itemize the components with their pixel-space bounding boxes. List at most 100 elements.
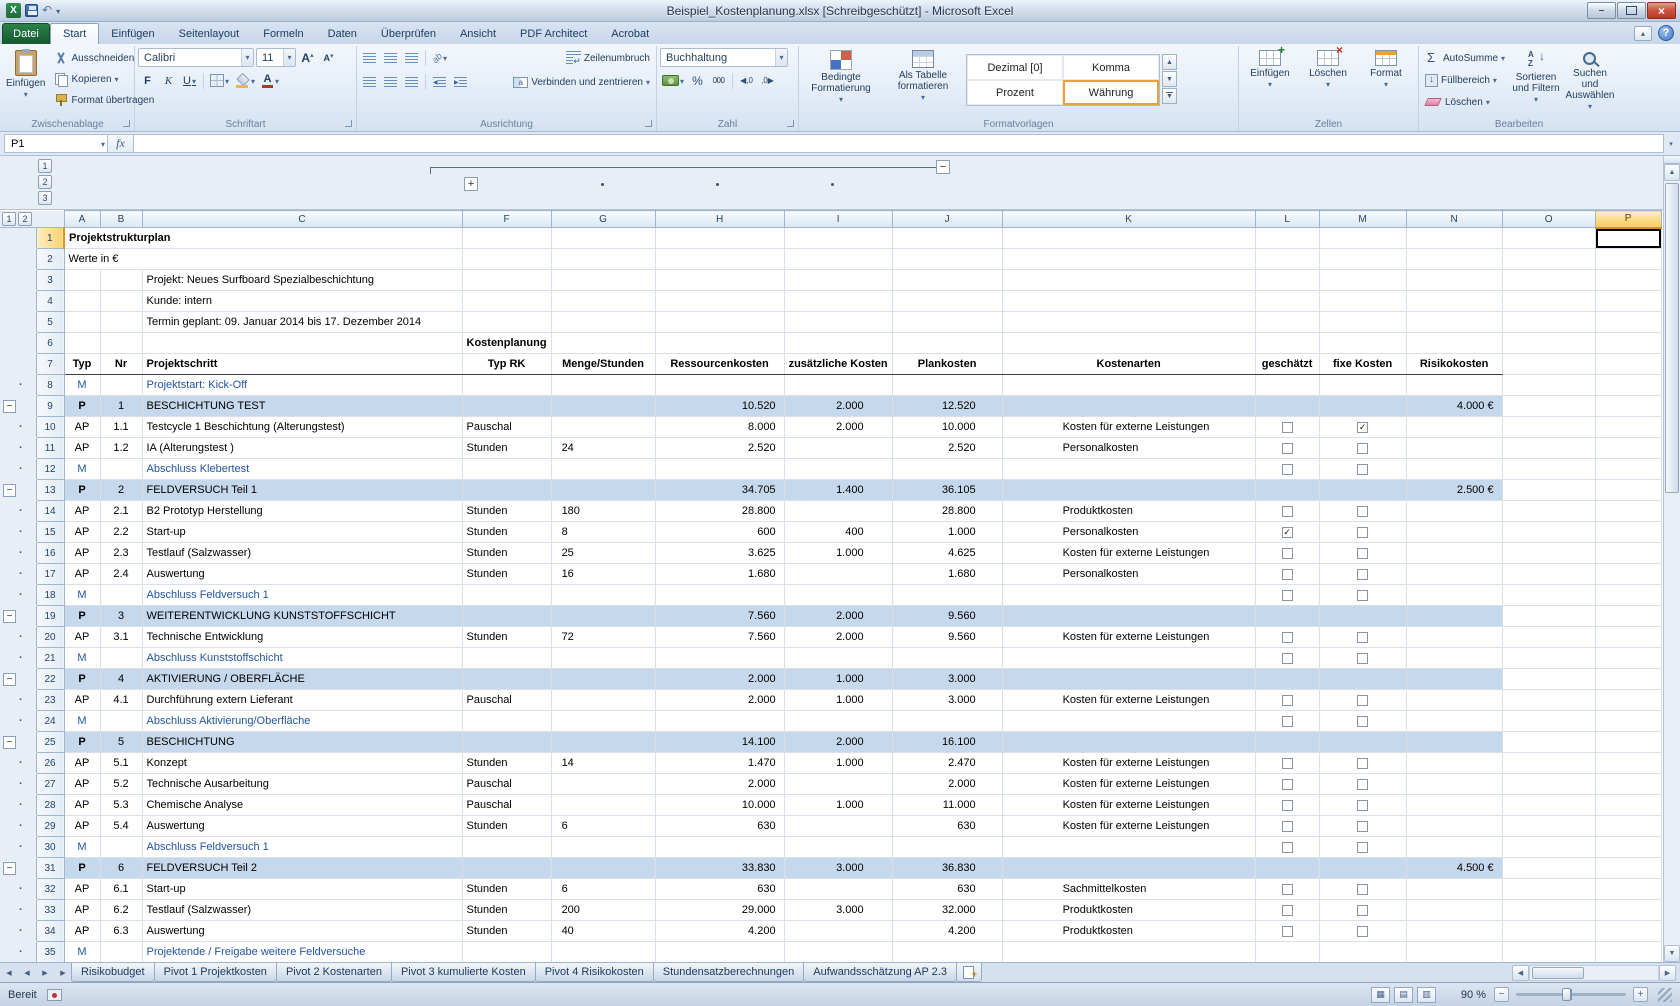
paste-button[interactable]: Einfügen bbox=[4, 48, 47, 114]
cell-F32[interactable]: Stunden bbox=[462, 879, 551, 900]
cell-M19[interactable] bbox=[1319, 606, 1406, 627]
accounting-format-button[interactable] bbox=[660, 71, 686, 90]
cell-B27[interactable]: 5.2 bbox=[100, 774, 142, 795]
cell-J13[interactable]: 36.105 bbox=[892, 480, 1002, 501]
cell-A4[interactable] bbox=[64, 291, 100, 312]
cell-P5[interactable] bbox=[1595, 312, 1661, 333]
format-cells-dropdown-icon[interactable] bbox=[1384, 79, 1388, 90]
cell-F25[interactable] bbox=[462, 732, 551, 753]
accounting-dropdown-icon[interactable] bbox=[680, 75, 684, 87]
cell-I21[interactable] bbox=[784, 648, 892, 669]
cell-O26[interactable] bbox=[1502, 753, 1595, 774]
cell-P6[interactable] bbox=[1595, 333, 1661, 354]
cell-J23[interactable]: 3.000 bbox=[892, 690, 1002, 711]
cell-N20[interactable] bbox=[1406, 627, 1502, 648]
row-header-2[interactable]: 2 bbox=[36, 249, 64, 270]
cell-M11[interactable] bbox=[1319, 438, 1406, 459]
cell-L13[interactable] bbox=[1255, 480, 1319, 501]
cell-B6[interactable] bbox=[100, 333, 142, 354]
checkbox[interactable] bbox=[1357, 506, 1368, 517]
cell-K35[interactable] bbox=[1002, 942, 1255, 963]
cell-P4[interactable] bbox=[1595, 291, 1661, 312]
vertical-scrollbar[interactable] bbox=[1663, 156, 1680, 962]
cell-K29[interactable]: Kosten für externe Leistungen bbox=[1002, 816, 1255, 837]
cell-J24[interactable] bbox=[892, 711, 1002, 732]
cell-A7[interactable]: Typ bbox=[64, 354, 100, 375]
column-header-C[interactable]: C bbox=[142, 211, 462, 228]
row-header-17[interactable]: 17 bbox=[36, 564, 64, 585]
cell-O1[interactable] bbox=[1502, 228, 1595, 249]
cell-A35[interactable]: M bbox=[64, 942, 100, 963]
cell-C11[interactable]: IA (Alterungstest ) bbox=[142, 438, 462, 459]
cell-G14[interactable]: 180 bbox=[551, 501, 655, 522]
cell-K23[interactable]: Kosten für externe Leistungen bbox=[1002, 690, 1255, 711]
conditional-formatting-dropdown-icon[interactable] bbox=[839, 94, 843, 105]
cell-P23[interactable] bbox=[1595, 690, 1661, 711]
cell-K7[interactable]: Kostenarten bbox=[1002, 354, 1255, 375]
column-header-J[interactable]: J bbox=[892, 211, 1002, 228]
cell-G29[interactable]: 6 bbox=[551, 816, 655, 837]
cell-G20[interactable]: 72 bbox=[551, 627, 655, 648]
cell-C30[interactable]: Abschluss Feldversuch 1 bbox=[142, 837, 462, 858]
cell-G12[interactable] bbox=[551, 459, 655, 480]
insert-worksheet-tab[interactable] bbox=[956, 963, 982, 982]
checkbox[interactable] bbox=[1282, 632, 1293, 643]
cell-F11[interactable]: Stunden bbox=[462, 438, 551, 459]
cell-K22[interactable] bbox=[1002, 669, 1255, 690]
cell-L15[interactable]: ✓ bbox=[1255, 522, 1319, 543]
cell-J28[interactable]: 11.000 bbox=[892, 795, 1002, 816]
name-box-dropdown-icon[interactable] bbox=[101, 138, 105, 150]
cell-M22[interactable] bbox=[1319, 669, 1406, 690]
cell-H16[interactable]: 3.625 bbox=[655, 543, 784, 564]
close-button[interactable] bbox=[1647, 2, 1676, 19]
cell-K14[interactable]: Produktkosten bbox=[1002, 501, 1255, 522]
cell-G11[interactable]: 24 bbox=[551, 438, 655, 459]
cell-G16[interactable]: 25 bbox=[551, 543, 655, 564]
cell-C13[interactable]: FELDVERSUCH Teil 1 bbox=[142, 480, 462, 501]
save-icon[interactable] bbox=[25, 4, 38, 17]
cell-G4[interactable] bbox=[551, 291, 655, 312]
cell-I20[interactable]: 2.000 bbox=[784, 627, 892, 648]
cell-J19[interactable]: 9.560 bbox=[892, 606, 1002, 627]
cell-K9[interactable] bbox=[1002, 396, 1255, 417]
cell-L33[interactable] bbox=[1255, 900, 1319, 921]
cell-C6[interactable] bbox=[142, 333, 462, 354]
cell-O27[interactable] bbox=[1502, 774, 1595, 795]
cell-G6[interactable] bbox=[551, 333, 655, 354]
cell-B15[interactable]: 2.2 bbox=[100, 522, 142, 543]
cell-L20[interactable] bbox=[1255, 627, 1319, 648]
checkbox[interactable] bbox=[1282, 779, 1293, 790]
cell-L29[interactable] bbox=[1255, 816, 1319, 837]
cell-M15[interactable] bbox=[1319, 522, 1406, 543]
cell-F34[interactable]: Stunden bbox=[462, 921, 551, 942]
cell-H27[interactable]: 2.000 bbox=[655, 774, 784, 795]
cell-M25[interactable] bbox=[1319, 732, 1406, 753]
cell-J18[interactable] bbox=[892, 585, 1002, 606]
cell-N1[interactable] bbox=[1406, 228, 1502, 249]
cell-A1[interactable]: Projektstrukturplan bbox=[64, 228, 462, 249]
cell-C17[interactable]: Auswertung bbox=[142, 564, 462, 585]
cell-B3[interactable] bbox=[100, 270, 142, 291]
normal-view-icon[interactable] bbox=[1371, 987, 1390, 1003]
cell-K19[interactable] bbox=[1002, 606, 1255, 627]
cell-H19[interactable]: 7.560 bbox=[655, 606, 784, 627]
insert-function-button[interactable]: fx bbox=[108, 134, 134, 153]
cell-J20[interactable]: 9.560 bbox=[892, 627, 1002, 648]
cell-M33[interactable] bbox=[1319, 900, 1406, 921]
cell-P33[interactable] bbox=[1595, 900, 1661, 921]
cell-L5[interactable] bbox=[1255, 312, 1319, 333]
cell-L4[interactable] bbox=[1255, 291, 1319, 312]
row-header-20[interactable]: 20 bbox=[36, 627, 64, 648]
cell-F1[interactable] bbox=[462, 228, 551, 249]
sheet-tab-pivot-1-projektkosten[interactable]: Pivot 1 Projektkosten bbox=[154, 963, 277, 982]
format-as-table-dropdown-icon[interactable] bbox=[921, 92, 925, 103]
cell-N12[interactable] bbox=[1406, 459, 1502, 480]
row-collapse-icon[interactable]: − bbox=[3, 484, 16, 497]
style-währung[interactable]: Währung bbox=[1063, 80, 1159, 105]
checkbox[interactable] bbox=[1282, 506, 1293, 517]
excel-logo-icon[interactable]: X bbox=[6, 3, 21, 18]
cell-H18[interactable] bbox=[655, 585, 784, 606]
increase-decimal-button[interactable] bbox=[737, 71, 756, 90]
cell-M31[interactable] bbox=[1319, 858, 1406, 879]
cell-B14[interactable]: 2.1 bbox=[100, 501, 142, 522]
